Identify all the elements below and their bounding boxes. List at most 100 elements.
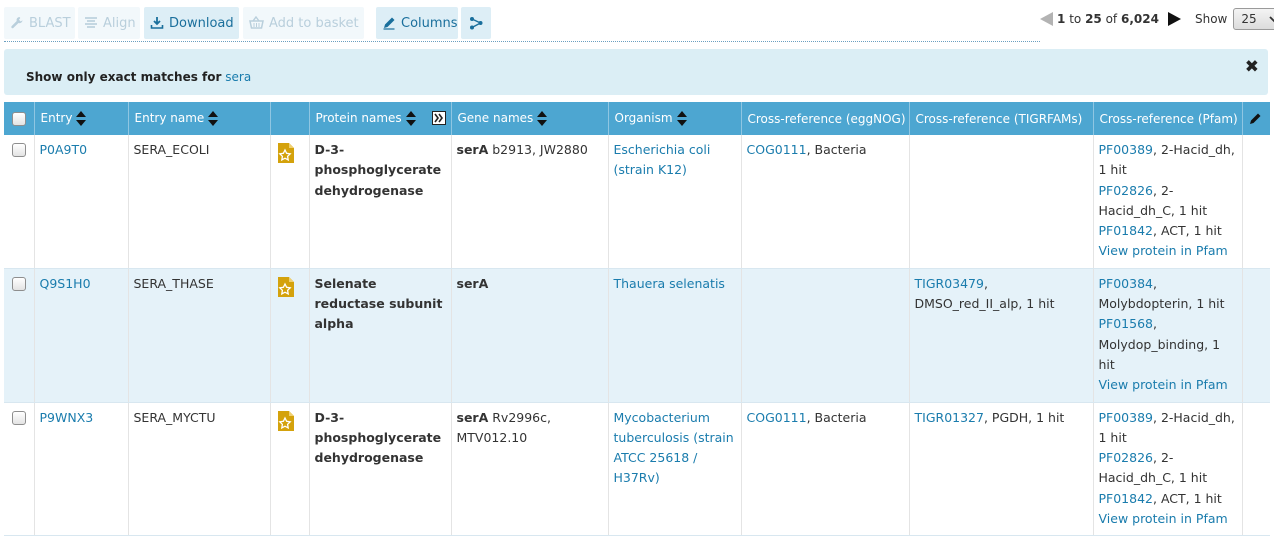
- pfam-entry: PF00384, Molybdopterin, 1 hit: [1099, 274, 1237, 315]
- entry-link[interactable]: P9WNX3: [40, 410, 94, 425]
- range-to-word: to: [1069, 12, 1082, 26]
- entry-name-cell: SERA_MYCTU: [128, 402, 271, 536]
- sort-icon[interactable]: [405, 111, 416, 126]
- column-header-gene-names[interactable]: Gene names: [451, 102, 609, 135]
- next-page-icon[interactable]: [1167, 12, 1181, 26]
- organism-cell: Mycobacterium tuberculosis (strain ATCC …: [608, 402, 742, 536]
- chevron-down-icon: [1269, 16, 1274, 22]
- view-in-pfam-link[interactable]: View protein in Pfam: [1099, 243, 1228, 258]
- column-header-entry[interactable]: Entry: [34, 102, 129, 135]
- align-button[interactable]: Align: [78, 7, 140, 39]
- pfam-link[interactable]: PF01842: [1099, 491, 1154, 506]
- page-size-label: Show: [1194, 12, 1228, 26]
- total-results: 6,024: [1121, 12, 1159, 26]
- column-label: Entry name: [134, 111, 205, 125]
- page-size-select[interactable]: 25: [1233, 8, 1274, 30]
- sort-icon[interactable]: [676, 111, 687, 126]
- column-header-entry-name[interactable]: Entry name: [128, 102, 271, 135]
- table-row: Q9S1H0 SERA_THASE Selenate reductase sub…: [4, 268, 1270, 403]
- eggnog-link[interactable]: COG0111: [747, 410, 807, 425]
- sort-icon[interactable]: [76, 111, 87, 126]
- gene-primary: serA: [456, 409, 489, 425]
- range-of-word: of: [1105, 12, 1118, 26]
- column-header-protein-names[interactable]: Protein names: [309, 102, 452, 135]
- pfam-entry: PF02826, 2-Hacid_dh_C, 1 hit: [1099, 448, 1237, 489]
- pfam-entry: PF01842, ACT, 1 hit: [1099, 489, 1237, 509]
- entry-link[interactable]: Q9S1H0: [40, 276, 91, 291]
- column-label: Cross-reference (TIGRFAMs): [915, 111, 1083, 126]
- column-label: Cross-reference (Pfam): [1099, 111, 1238, 126]
- download-button[interactable]: Download: [144, 7, 239, 39]
- eggnog-cell: COG0111, Bacteria: [741, 135, 910, 269]
- basket-icon: [249, 16, 264, 29]
- download-label: Download: [169, 15, 234, 31]
- expand-column-icon[interactable]: [431, 111, 446, 125]
- view-in-pfam-link[interactable]: View protein in Pfam: [1099, 377, 1228, 392]
- exact-match-term-link[interactable]: sera: [225, 70, 251, 84]
- columns-button[interactable]: Columns: [376, 7, 458, 39]
- pencil-icon: [383, 17, 395, 30]
- gene-names-cell: serA Rv2996c, MTV012.10: [451, 402, 609, 536]
- gene-names-cell: serA: [451, 268, 609, 403]
- share-icon: [470, 17, 483, 30]
- exact-match-prefix: Show only exact matches for: [26, 70, 222, 84]
- tigrfams-link[interactable]: TIGR01327: [915, 410, 984, 425]
- pfam-entry: PF00389, 2-Hacid_dh, 1 hit: [1099, 408, 1237, 449]
- blast-button[interactable]: BLAST: [4, 7, 75, 39]
- tigrfams-cell: TIGR03479, DMSO_red_II_alp, 1 hit: [909, 268, 1094, 403]
- range-start: 1: [1057, 12, 1066, 26]
- view-in-pfam-link[interactable]: View protein in Pfam: [1099, 511, 1228, 526]
- sort-icon[interactable]: [208, 111, 219, 126]
- organism-cell: Thauera selenatis: [608, 268, 742, 403]
- column-label: Gene names: [457, 111, 534, 125]
- edit-columns-pencil-icon[interactable]: [1248, 112, 1262, 126]
- column-header-pfam[interactable]: Cross-reference (Pfam): [1093, 102, 1243, 135]
- eggnog-cell: [741, 268, 910, 403]
- column-header-eggnog[interactable]: Cross-reference (eggNOG): [741, 102, 910, 135]
- row-checkbox[interactable]: [12, 410, 26, 425]
- edit-cell: [1242, 402, 1270, 536]
- select-all-checkbox[interactable]: [12, 111, 26, 126]
- entry-link[interactable]: P0A9T0: [40, 142, 88, 157]
- column-header-organism[interactable]: Organism: [608, 102, 742, 135]
- column-header-tigrfams[interactable]: Cross-reference (TIGRFAMs): [909, 102, 1094, 135]
- tigrfams-link[interactable]: TIGR03479: [915, 276, 984, 291]
- align-lines-icon: [85, 17, 97, 28]
- status-cell: [270, 402, 310, 536]
- organism-link[interactable]: Escherichia coli (strain K12): [614, 142, 711, 177]
- pfam-link[interactable]: PF00389: [1099, 410, 1154, 425]
- sort-icon[interactable]: [537, 111, 548, 126]
- column-header-edit[interactable]: [1242, 102, 1270, 135]
- status-cell: [270, 268, 310, 403]
- add-to-basket-button[interactable]: Add to basket: [243, 7, 364, 39]
- pfam-link[interactable]: PF02826: [1099, 183, 1154, 198]
- eggnog-link[interactable]: COG0111: [747, 142, 807, 157]
- status-cell: [270, 135, 310, 269]
- entry-cell: P9WNX3: [34, 402, 129, 536]
- pfam-link[interactable]: PF01568: [1099, 316, 1154, 331]
- reviewed-star-doc-icon: [277, 276, 294, 297]
- column-label: Entry: [40, 111, 73, 125]
- previous-page-icon[interactable]: [1040, 12, 1053, 26]
- pfam-link[interactable]: PF00384: [1099, 276, 1154, 291]
- exact-match-notice: Show only exact matches for sera ✖: [4, 49, 1268, 95]
- select-all-header: [4, 102, 35, 135]
- row-select-cell: [4, 402, 35, 536]
- pfam-link[interactable]: PF01842: [1099, 223, 1154, 238]
- eggnog-cell: COG0111, Bacteria: [741, 402, 910, 536]
- organism-link[interactable]: Thauera selenatis: [614, 276, 725, 291]
- row-checkbox[interactable]: [12, 276, 26, 291]
- row-checkbox[interactable]: [12, 143, 26, 157]
- tigrfams-cell: TIGR01327, PGDH, 1 hit: [909, 402, 1094, 536]
- gene-primary: serA: [456, 275, 489, 291]
- pfam-link[interactable]: PF02826: [1099, 450, 1154, 465]
- pfam-link[interactable]: PF00389: [1099, 142, 1154, 157]
- share-button[interactable]: [461, 7, 491, 39]
- protein-names-cell: D-3-phosphoglycerate dehydrogenase: [309, 402, 452, 536]
- wrench-icon: [11, 17, 23, 29]
- pfam-desc: , ACT, 1 hit: [1153, 490, 1222, 506]
- pfam-entry: PF01842, ACT, 1 hit: [1099, 221, 1237, 241]
- organism-link[interactable]: Mycobacterium tuberculosis (strain ATCC …: [614, 410, 734, 486]
- close-icon[interactable]: ✖: [1245, 57, 1259, 77]
- download-icon: [150, 17, 164, 29]
